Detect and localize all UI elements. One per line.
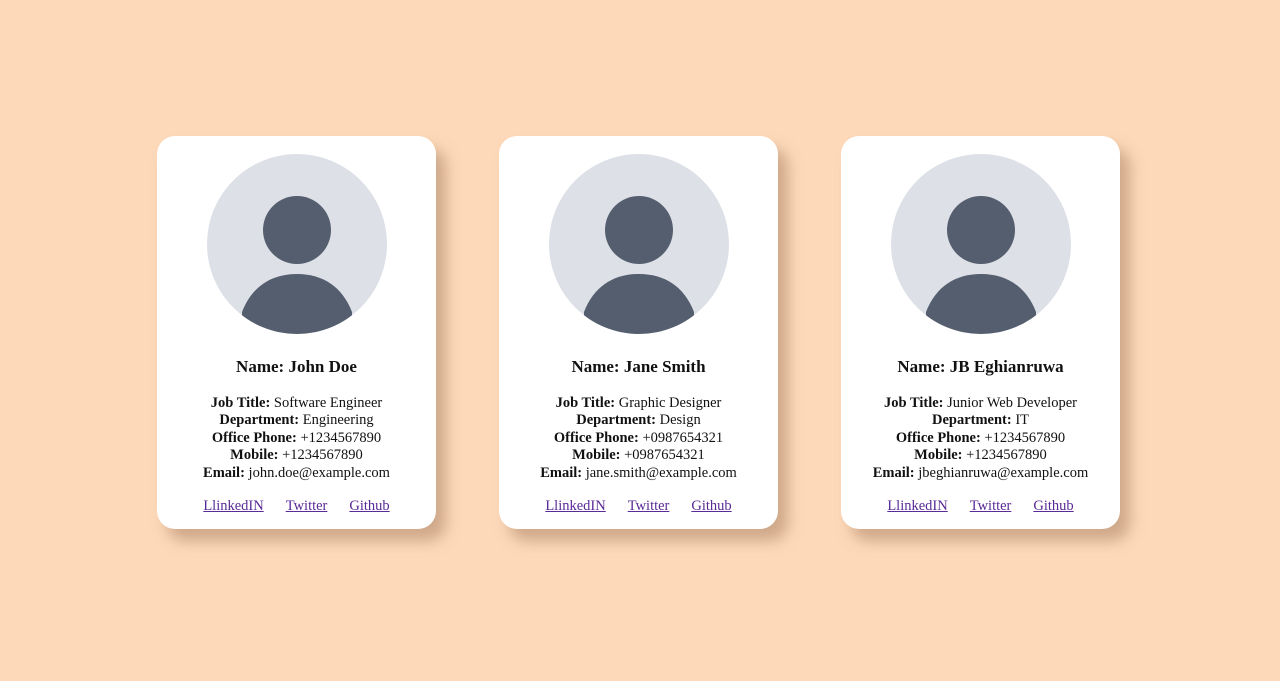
twitter-link[interactable]: Twitter: [286, 498, 328, 514]
email-label: Email:: [203, 464, 245, 481]
email-row: Email: jbeghianruwa@example.com: [841, 465, 1120, 482]
card-name: Name: Jane Smith: [499, 356, 778, 378]
mobile-label: Mobile:: [914, 447, 963, 464]
job-title-value: Junior Web Developer: [947, 395, 1077, 411]
job-title-row: Job Title: Software Engineer: [157, 395, 436, 412]
profile-card: Name: Jane Smith Job Title: Graphic Desi…: [499, 136, 778, 529]
twitter-link[interactable]: Twitter: [628, 498, 670, 514]
email-label: Email:: [540, 464, 583, 481]
mobile-value: +0987654321: [624, 447, 705, 464]
mobile-label: Mobile:: [230, 447, 279, 464]
social-links: LlinkedIN Twitter Github: [499, 497, 778, 515]
name-label: Name:: [571, 357, 620, 376]
user-avatar-icon: [548, 154, 729, 334]
mobile-row: Mobile: +1234567890: [157, 447, 436, 464]
mobile-label: Mobile:: [572, 447, 621, 464]
email-value: john.doe@example.com: [248, 464, 390, 481]
mobile-row: Mobile: +1234567890: [841, 447, 1120, 464]
email-label: Email:: [872, 464, 915, 481]
profile-card: Name: John Doe Job Title: Software Engin…: [157, 136, 436, 529]
department-label: Department:: [219, 412, 300, 429]
profile-card: Name: JB Eghianruwa Job Title: Junior We…: [841, 136, 1120, 529]
office-phone-value: +1234567890: [984, 429, 1066, 446]
department-row: Department: Engineering: [157, 412, 436, 429]
name-value: Jane Smith: [623, 357, 706, 376]
email-row: Email: john.doe@example.com: [157, 465, 436, 482]
card-info: Job Title: Junior Web Developer Departme…: [841, 395, 1120, 482]
avatar-figure: [583, 196, 694, 334]
twitter-link[interactable]: Twitter: [970, 498, 1012, 514]
department-value: IT: [1015, 412, 1030, 429]
office-phone-label: Office Phone:: [553, 429, 639, 446]
department-row: Department: IT: [841, 412, 1120, 429]
department-value: Engineering: [302, 412, 374, 429]
user-avatar-icon: [206, 154, 387, 334]
department-label: Department:: [576, 412, 656, 429]
avatar-figure: [925, 196, 1036, 334]
job-title-value: Software Engineer: [273, 395, 383, 411]
name-value: JB Eghianruwa: [949, 357, 1064, 376]
job-title-row: Job Title: Junior Web Developer: [841, 395, 1120, 412]
avatar-figure: [241, 196, 352, 334]
job-title-label: Job Title:: [884, 395, 944, 411]
department-value: Design: [659, 412, 701, 429]
office-phone-value: +1234567890: [300, 429, 382, 446]
name-value: John Doe: [288, 357, 357, 376]
mobile-row: Mobile: +0987654321: [499, 447, 778, 464]
social-links: LlinkedIN Twitter Github: [841, 497, 1120, 515]
mobile-value: +1234567890: [966, 447, 1047, 464]
office-phone-row: Office Phone: +0987654321: [499, 430, 778, 447]
name-label: Name:: [236, 357, 285, 376]
github-link[interactable]: Github: [691, 498, 731, 514]
profile-cards: Name: John Doe Job Title: Software Engin…: [157, 136, 1121, 529]
linkedin-link[interactable]: LlinkedIN: [887, 498, 947, 514]
office-phone-label: Office Phone:: [895, 429, 981, 446]
office-phone-row: Office Phone: +1234567890: [841, 430, 1120, 447]
department-label: Department:: [931, 412, 1012, 429]
job-title-value: Graphic Designer: [618, 395, 722, 411]
job-title-row: Job Title: Graphic Designer: [499, 395, 778, 412]
card-name: Name: John Doe: [157, 356, 436, 378]
job-title-label: Job Title:: [210, 395, 271, 411]
card-info: Job Title: Software Engineer Department:…: [157, 395, 436, 482]
linkedin-link[interactable]: LlinkedIN: [545, 498, 605, 514]
user-avatar-icon: [890, 154, 1071, 334]
social-links: LlinkedIN Twitter Github: [157, 497, 436, 515]
card-info: Job Title: Graphic Designer Department: …: [499, 395, 778, 482]
office-phone-label: Office Phone:: [211, 429, 297, 446]
card-name: Name: JB Eghianruwa: [841, 356, 1120, 378]
linkedin-link[interactable]: LlinkedIN: [203, 498, 263, 514]
github-link[interactable]: Github: [1033, 498, 1073, 514]
mobile-value: +1234567890: [282, 447, 363, 464]
github-link[interactable]: Github: [349, 498, 389, 514]
name-label: Name:: [897, 357, 946, 376]
email-value: jbeghianruwa@example.com: [918, 464, 1089, 481]
department-row: Department: Design: [499, 412, 778, 429]
office-phone-row: Office Phone: +1234567890: [157, 430, 436, 447]
email-value: jane.smith@example.com: [585, 464, 737, 481]
office-phone-value: +0987654321: [642, 429, 724, 446]
job-title-label: Job Title:: [555, 395, 616, 411]
email-row: Email: jane.smith@example.com: [499, 465, 778, 482]
